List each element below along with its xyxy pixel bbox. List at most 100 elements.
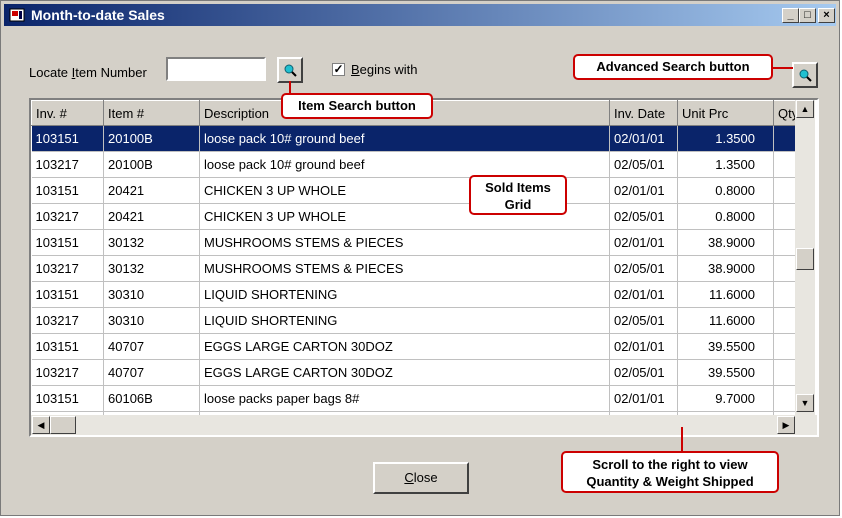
cell-item: 20421 xyxy=(103,203,200,230)
cell-description: LIQUID SHORTENING xyxy=(199,281,610,308)
cell-inv: 103217 xyxy=(31,151,104,178)
advanced-search-callout-line xyxy=(773,67,793,69)
cell-description: EGGS LARGE CARTON 30DOZ xyxy=(199,359,610,386)
cell-inv: 103151 xyxy=(31,281,104,308)
grid-callout: Sold Items Grid xyxy=(469,175,567,215)
cell-inv: 103151 xyxy=(31,229,104,256)
cell-inv-date: 02/01/01 xyxy=(609,281,678,308)
cell-inv-date: 02/01/01 xyxy=(609,177,678,204)
main-window: Month-to-date Sales _ □ × Locate Item Nu… xyxy=(0,0,840,516)
table-row[interactable]: 103217 30132 MUSHROOMS STEMS & PIECES 02/05… xyxy=(31,255,814,282)
cell-inv-date: 02/01/01 xyxy=(609,125,678,152)
cell-unit-price: 1.3500 xyxy=(677,151,774,178)
cell-item: 60106B xyxy=(103,385,200,412)
table-row[interactable]: 103217 40707 EGGS LARGE CARTON 30DOZ 02/05/… xyxy=(31,359,814,386)
table-row[interactable]: 103217 20100B loose pack 10# ground beef 02… xyxy=(31,151,814,178)
cell-inv-date: 02/01/01 xyxy=(609,333,678,360)
table-row[interactable]: 103151 30132 MUSHROOMS STEMS & PIECES 02/01… xyxy=(31,229,814,256)
close-button[interactable]: Close xyxy=(373,462,469,494)
cell-inv-date: 02/01/01 xyxy=(609,385,678,412)
cell-unit-price: 38.9000 xyxy=(677,255,774,282)
app-icon xyxy=(9,7,25,23)
cell-inv: 103151 xyxy=(31,333,104,360)
cell-description: loose pack 10# ground beef xyxy=(199,151,610,178)
cell-inv-date: 02/05/01 xyxy=(609,151,678,178)
cell-description: LIQUID SHORTENING xyxy=(199,307,610,334)
cell-description: loose pack 10# ground beef xyxy=(199,125,610,152)
item-search-button[interactable] xyxy=(277,57,303,83)
cell-inv: 103217 xyxy=(31,255,104,282)
cell-item: 20100B xyxy=(103,125,200,152)
minimize-button[interactable]: _ xyxy=(782,8,799,23)
table-row[interactable]: 103151 30310 LIQUID SHORTENING 02/01/01 11.6… xyxy=(31,281,814,308)
cell-inv-date: 02/05/01 xyxy=(609,255,678,282)
cell-inv-date: 02/05/01 xyxy=(609,307,678,334)
close-window-button[interactable]: × xyxy=(818,8,835,23)
cell-inv: 103151 xyxy=(31,385,104,412)
cell-description: MUSHROOMS STEMS & PIECES xyxy=(199,255,610,282)
cell-item: 30132 xyxy=(103,255,200,282)
cell-unit-price: 0.8000 xyxy=(677,177,774,204)
scroll-callout-line xyxy=(681,427,683,451)
cell-item: 40707 xyxy=(103,359,200,386)
sold-items-grid[interactable]: Inv. # Item # Description Inv. Date Unit… xyxy=(29,98,819,437)
cell-unit-price: 0.8000 xyxy=(677,203,774,230)
maximize-button[interactable]: □ xyxy=(799,8,816,23)
sold-items-table: Inv. # Item # Description Inv. Date Unit… xyxy=(31,100,814,435)
table-row[interactable]: 103151 40707 EGGS LARGE CARTON 30DOZ 02/01/… xyxy=(31,333,814,360)
advanced-search-button[interactable] xyxy=(792,62,818,88)
cell-item: 40707 xyxy=(103,333,200,360)
cell-inv: 103217 xyxy=(31,359,104,386)
cell-description: EGGS LARGE CARTON 30DOZ xyxy=(199,333,610,360)
cell-unit-price: 38.9000 xyxy=(677,229,774,256)
begins-with-checkbox[interactable]: ✓ xyxy=(332,63,345,76)
scroll-left-arrow[interactable]: ◀ xyxy=(32,416,50,434)
table-row[interactable]: 103217 20421 CHICKEN 3 UP WHOLE 02/05/01 0.8… xyxy=(31,203,814,230)
cell-unit-price: 9.7000 xyxy=(677,385,774,412)
advanced-search-callout: Advanced Search button xyxy=(573,54,773,80)
col-header-item[interactable]: Item # xyxy=(103,100,200,126)
scroll-up-arrow[interactable]: ▲ xyxy=(796,100,814,118)
table-row[interactable]: 103151 20421 CHICKEN 3 UP WHOLE 02/01/01 0.8… xyxy=(31,177,814,204)
advanced-search-icon xyxy=(799,69,812,82)
cell-unit-price: 11.6000 xyxy=(677,281,774,308)
cell-unit-price: 39.5500 xyxy=(677,359,774,386)
table-row[interactable]: 103151 60106B loose packs paper bags 8# 02/… xyxy=(31,385,814,412)
begins-with-label: Begins with xyxy=(351,62,418,77)
search-icon xyxy=(284,64,297,77)
cell-inv-date: 02/05/01 xyxy=(609,203,678,230)
vertical-scrollbar[interactable]: ▲ ▼ xyxy=(795,100,815,415)
cell-inv: 103217 xyxy=(31,307,104,334)
table-row[interactable]: 103217 30310 LIQUID SHORTENING 02/05/01 11.6… xyxy=(31,307,814,334)
scroll-down-arrow[interactable]: ▼ xyxy=(796,394,814,412)
window-title: Month-to-date Sales xyxy=(31,7,165,23)
cell-inv-date: 02/05/01 xyxy=(609,359,678,386)
vertical-scroll-thumb[interactable] xyxy=(796,248,814,270)
title-bar[interactable]: Month-to-date Sales _ □ × xyxy=(4,4,836,26)
cell-item: 20421 xyxy=(103,177,200,204)
locate-item-label: Locate Item Number xyxy=(29,65,147,80)
cell-item: 30310 xyxy=(103,281,200,308)
cell-inv: 103151 xyxy=(31,125,104,152)
item-search-callout: Item Search button xyxy=(281,93,433,119)
cell-item: 20100B xyxy=(103,151,200,178)
cell-item: 30310 xyxy=(103,307,200,334)
cell-unit-price: 1.3500 xyxy=(677,125,774,152)
cell-unit-price: 11.6000 xyxy=(677,307,774,334)
locate-item-input[interactable] xyxy=(166,57,266,81)
col-header-inv[interactable]: Inv. # xyxy=(31,100,104,126)
scroll-right-arrow[interactable]: ▶ xyxy=(777,416,795,434)
col-header-inv-date[interactable]: Inv. Date xyxy=(609,100,678,126)
cell-item: 30132 xyxy=(103,229,200,256)
cell-inv: 103217 xyxy=(31,203,104,230)
col-header-unit-price[interactable]: Unit Prc xyxy=(677,100,774,126)
horizontal-scrollbar[interactable]: ◀ ▶ xyxy=(31,415,817,435)
cell-unit-price: 39.5500 xyxy=(677,333,774,360)
horizontal-scroll-thumb[interactable] xyxy=(50,416,76,434)
scroll-callout: Scroll to the right to view Quantity & We… xyxy=(561,451,779,493)
item-search-callout-line xyxy=(289,81,291,94)
table-row[interactable]: 103151 20100B loose pack 10# ground beef 02… xyxy=(31,125,814,152)
cell-description: MUSHROOMS STEMS & PIECES xyxy=(199,229,610,256)
cell-description: loose packs paper bags 8# xyxy=(199,385,610,412)
cell-inv: 103151 xyxy=(31,177,104,204)
